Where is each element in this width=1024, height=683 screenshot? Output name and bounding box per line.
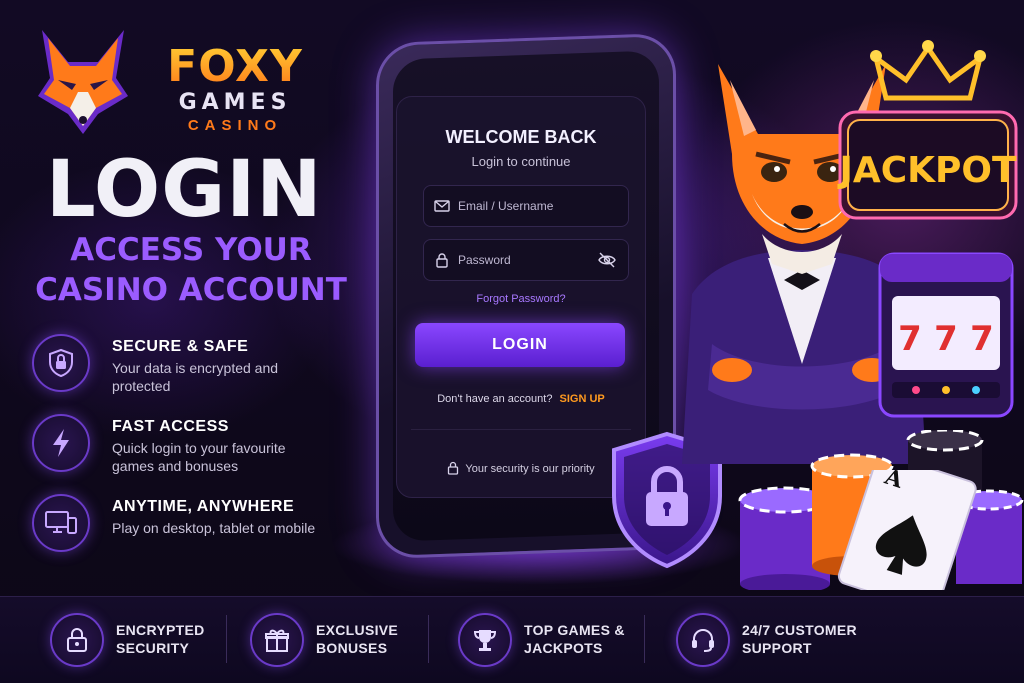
perk-label-line-2: SECURITY [116,640,190,656]
slot-reel-3: 7 [970,319,994,359]
login-heading: WELCOME BACK [445,127,597,147]
perk-divider [226,615,227,663]
jackpot-text: JACKPOT [836,150,1017,191]
signup-link[interactable]: SIGN UP [560,393,605,405]
feature-item: SECURE & SAFE Your data is encrypted and… [32,332,332,412]
perk-label-line-1: EXCLUSIVE [316,622,399,638]
login-button[interactable]: LOGIN [415,323,625,367]
slot-reel-2: 7 [934,319,958,359]
fox-logo-icon [38,30,128,134]
feature-item: ANYTIME, ANYWHERE Play on desktop, table… [32,492,332,572]
slot-reel-1: 7 [898,319,922,359]
ace-card-illustration: A [837,470,977,590]
perk-divider [644,615,645,663]
forgot-password-link[interactable]: Forgot Password? [397,293,645,305]
perk-label-line-1: ENCRYPTED [116,622,205,638]
perk-divider [428,615,429,663]
feature-title: ANYTIME, ANYWHERE [112,498,295,515]
trophy-icon [458,613,512,667]
feature-desc: Your data is encrypted and protected [112,360,279,394]
security-note-text: Your security is our priority [465,463,595,475]
perk-label: ENCRYPTED SECURITY [116,621,256,657]
shield-lock-icon [32,334,90,392]
feature-title: SECURE & SAFE [112,338,249,355]
feature-desc: Play on desktop, tablet or mobile [112,520,316,536]
headset-icon [676,613,730,667]
slot-machine-illustration: 7 7 7 [878,252,1014,418]
lock-icon [436,253,448,268]
lock-icon [448,461,459,475]
page-title: LOGIN [46,145,323,235]
perk-label: 24/7 CUSTOMER SUPPORT [742,621,882,657]
jackpot-sign: JACKPOT [836,40,1018,220]
eye-off-icon[interactable] [598,252,616,268]
brand-logo: FOXY GAMES CASINO [28,22,328,142]
brand-games: GAMES [178,90,292,115]
feature-list: SECURE & SAFE Your data is encrypted and… [32,332,332,572]
brand-name: FOXY [140,44,330,90]
lightning-icon [32,414,90,472]
no-account-text: Don't have an account? [437,393,553,405]
perk-label: TOP GAMES & JACKPOTS [524,621,664,657]
feature-item: FAST ACCESS Quick login to your favourit… [32,412,332,492]
email-input[interactable] [458,186,598,226]
page-subtitle: ACCESS YOUR CASINO ACCOUNT [26,230,356,310]
subtitle-line-1: ACCESS YOUR [70,232,312,268]
password-input[interactable] [458,240,598,280]
perk-label: EXCLUSIVE BONUSES [316,621,456,657]
perk-label-line-2: BONUSES [316,640,388,656]
perk-label-line-1: 24/7 CUSTOMER [742,622,857,638]
lock-icon [50,613,104,667]
brand-casino: CASINO [187,117,283,134]
perk-label-line-1: TOP GAMES & [524,622,625,638]
password-field[interactable] [423,239,629,281]
mail-icon [434,200,450,212]
devices-icon [32,494,90,552]
perk-label-line-2: JACKPOTS [524,640,603,656]
perk-label-line-2: SUPPORT [742,640,812,656]
perks-bar: ENCRYPTED SECURITY EXCLUSIVE BONUSES TOP G… [0,596,1024,683]
gift-icon [250,613,304,667]
login-subheading: Login to continue [471,154,571,169]
signup-row: Don't have an account? SIGN UP [397,393,645,405]
divider [411,429,631,430]
email-field[interactable] [423,185,629,227]
subtitle-line-2: CASINO ACCOUNT [35,272,347,308]
feature-title: FAST ACCESS [112,418,229,435]
feature-desc: Quick login to your favourite games and … [112,440,286,474]
